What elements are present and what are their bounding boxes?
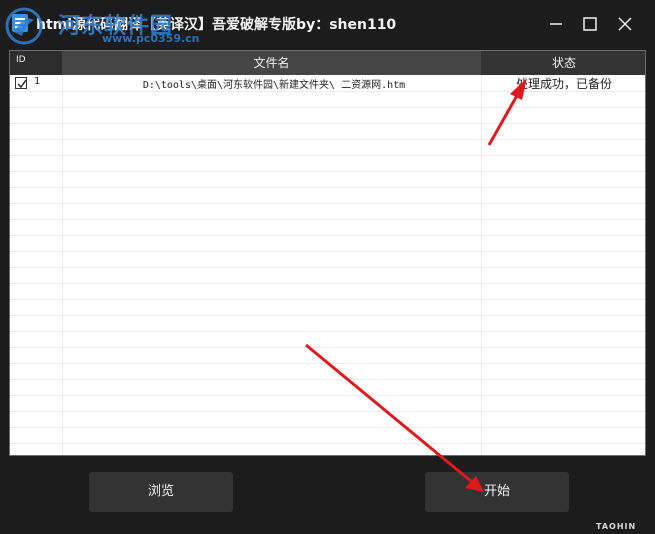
row-divider xyxy=(10,331,645,332)
row-divider xyxy=(10,347,645,348)
table-row[interactable]: 1 D:\tools\桌面\河东软件园\新建文件夹\ 二资源网.htm 处理成功… xyxy=(10,75,645,91)
window-title: html源代码翻译【英译汉】吾爱破解专版by：shen110 xyxy=(36,17,397,33)
minimize-button[interactable] xyxy=(542,10,570,38)
row-divider xyxy=(10,171,645,172)
row-divider xyxy=(10,251,645,252)
row-id: 1 xyxy=(34,76,41,87)
app-window: html源代码翻译【英译汉】吾爱破解专版by：shen110 河东软件园 www… xyxy=(0,0,655,534)
column-header-filename[interactable]: 文件名 xyxy=(62,51,481,75)
app-icon xyxy=(12,14,28,32)
file-table[interactable]: ID 文件名 状态 1 D:\tools\桌面\河东软件园\新建文件夹\ 二资源… xyxy=(9,50,646,456)
row-divider xyxy=(10,91,645,92)
row-filename: D:\tools\桌面\河东软件园\新建文件夹\ 二资源网.htm xyxy=(142,80,406,91)
brand-label: TAOHIN xyxy=(596,522,637,531)
row-divider xyxy=(10,219,645,220)
row-divider xyxy=(10,379,645,380)
row-divider xyxy=(10,395,645,396)
row-divider xyxy=(10,267,645,268)
table-body: 1 D:\tools\桌面\河东软件园\新建文件夹\ 二资源网.htm 处理成功… xyxy=(10,75,645,455)
column-header-status[interactable]: 状态 xyxy=(481,51,645,75)
close-button[interactable] xyxy=(611,10,639,38)
checkmark-icon xyxy=(17,79,27,89)
column-divider xyxy=(62,75,63,455)
table-header: ID 文件名 状态 xyxy=(10,51,645,75)
row-divider xyxy=(10,427,645,428)
row-divider xyxy=(10,411,645,412)
start-button[interactable]: 开始 xyxy=(425,472,569,512)
minimize-icon xyxy=(550,23,562,25)
maximize-button[interactable] xyxy=(576,10,604,38)
column-header-id[interactable]: ID xyxy=(10,51,62,75)
row-divider xyxy=(10,139,645,140)
row-divider xyxy=(10,315,645,316)
row-divider xyxy=(10,443,645,444)
row-divider xyxy=(10,363,645,364)
row-divider xyxy=(10,107,645,108)
close-icon xyxy=(618,17,632,31)
row-divider xyxy=(10,123,645,124)
row-divider xyxy=(10,203,645,204)
row-divider xyxy=(10,235,645,236)
row-divider xyxy=(10,283,645,284)
row-divider xyxy=(10,299,645,300)
row-divider xyxy=(10,187,645,188)
title-bar[interactable]: html源代码翻译【英译汉】吾爱破解专版by：shen110 河东软件园 www… xyxy=(0,0,655,48)
browse-button[interactable]: 浏览 xyxy=(89,472,233,512)
row-divider xyxy=(10,155,645,156)
row-status: 处理成功，已备份 xyxy=(515,77,612,91)
row-checkbox[interactable] xyxy=(15,77,27,89)
maximize-icon xyxy=(583,17,597,31)
column-divider xyxy=(481,75,482,455)
